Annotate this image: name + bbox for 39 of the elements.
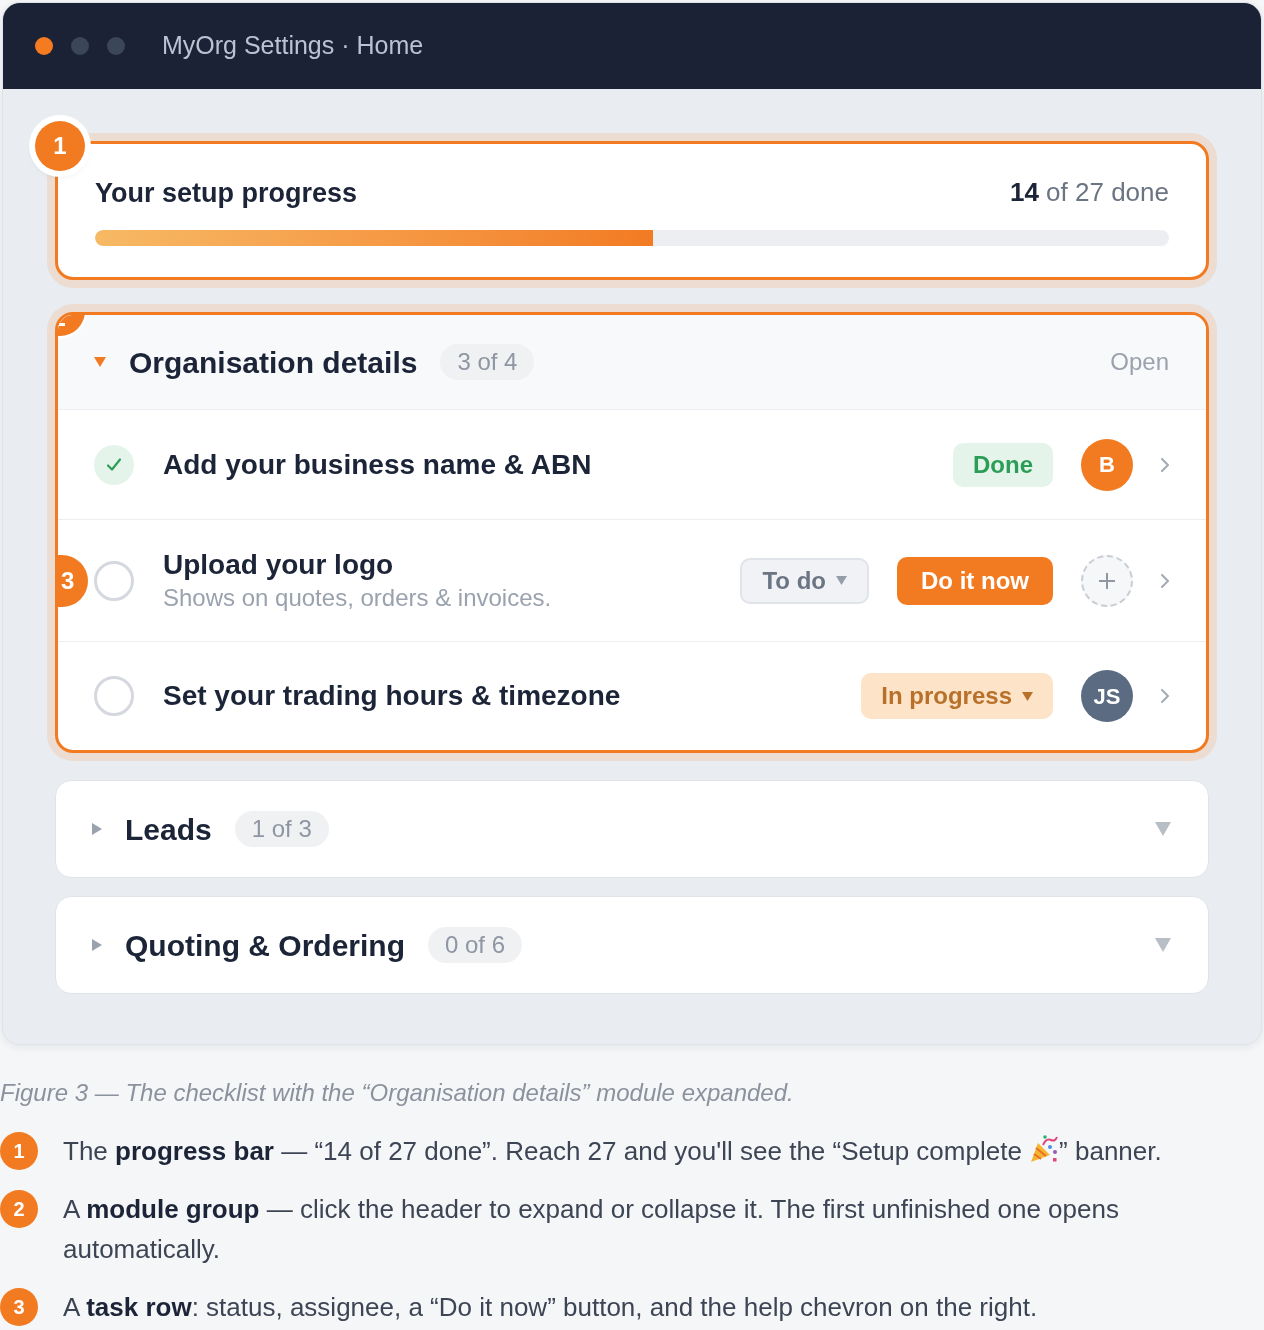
module-title: Leads (125, 811, 212, 848)
window-title: MyOrg Settings · Home (162, 30, 424, 62)
module-title: Quoting & Ordering (125, 927, 405, 964)
caret-down-icon[interactable] (1155, 822, 1171, 836)
plus-icon (1099, 572, 1115, 589)
caret-down-icon (836, 576, 847, 585)
task-title: Add your business name & ABN (163, 447, 592, 482)
task-count: 1 of 3 (234, 811, 329, 847)
module-header[interactable]: Organisation details 3 of 4 Open (58, 315, 1206, 410)
chevron-right-icon[interactable] (1161, 573, 1169, 588)
module-state-label: Open (1110, 347, 1169, 377)
note-text: The progress bar — “14 of 27 done”. Reach 27 and you'll see the “Setup complete ” banner. (63, 1133, 1163, 1168)
task-count: 3 of 4 (440, 344, 535, 380)
module-header[interactable]: Quoting & Ordering 0 of 6 (55, 896, 1209, 994)
caret-down-icon[interactable] (1155, 938, 1171, 952)
task-title: Upload your logo (163, 548, 395, 582)
progress-title: Your setup progress (95, 176, 358, 210)
party-popper-icon (1029, 1134, 1060, 1164)
module-title: Organisation details (129, 344, 418, 381)
note-text: A task row: status, assignee, a “Do it now” button, and the help chevron on the right. (63, 1291, 1039, 1324)
add-assignee-button[interactable] (1081, 554, 1133, 607)
assignee-avatar: B (1081, 438, 1133, 491)
progress-summary: 14 of 27 done (1009, 176, 1169, 209)
task-description: Shows on quotes, orders & invoices. (163, 583, 552, 613)
status-tag: Done (953, 442, 1053, 487)
task-title: Set your trading hours & timezone (163, 679, 621, 713)
chevron-right-icon[interactable] (1161, 689, 1169, 703)
window-control-icon[interactable] (35, 37, 53, 55)
module-header[interactable]: Leads 1 of 3 (55, 780, 1209, 878)
assignee-avatar: JS (1081, 670, 1133, 722)
caret-down-icon (1022, 691, 1033, 701)
status-dropdown[interactable]: To do (740, 557, 869, 604)
figure-caption: Figure 3 — The checklist with the “Organisation details” module expanded. (0, 1078, 795, 1108)
note-number: 3 (0, 1288, 38, 1326)
note-number: 2 (0, 1190, 38, 1228)
task-count: 0 of 6 (428, 927, 523, 963)
note-number: 1 (0, 1132, 38, 1170)
note-text: A module group — click the header to expand or collapse it. The first unfinished one opens automatically. (63, 1193, 1120, 1266)
chevron-right-icon[interactable] (1161, 457, 1169, 472)
